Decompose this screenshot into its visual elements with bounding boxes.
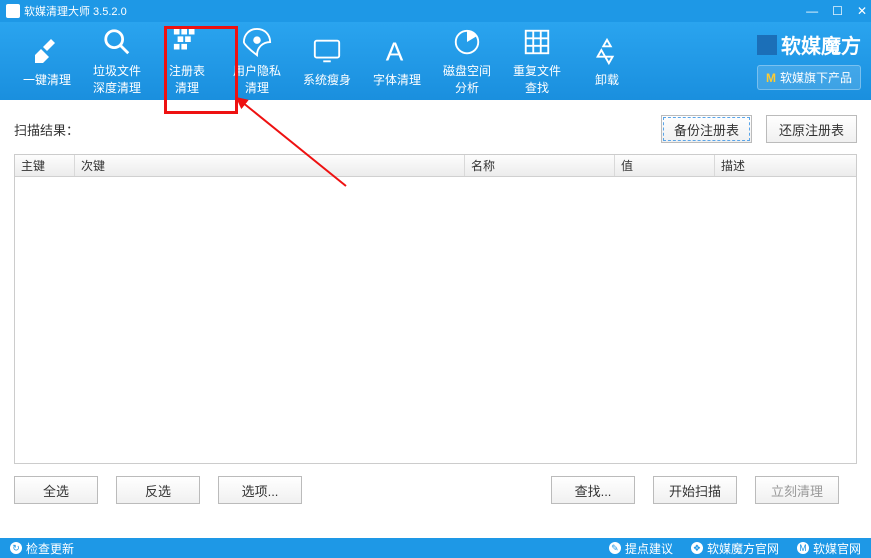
ruanmei-site-link[interactable]: M 软媒官网	[797, 540, 861, 557]
suggest-link[interactable]: ✎ 提点建议	[609, 540, 673, 557]
tool-label: 用户隐私 清理	[233, 62, 281, 96]
broom-icon	[31, 35, 63, 67]
col-value[interactable]: 值	[615, 155, 715, 176]
options-button[interactable]: 选项...	[218, 476, 302, 504]
tool-label: 系统瘦身	[303, 71, 351, 88]
tool-font-clean[interactable]: A 字体清理	[362, 26, 432, 96]
close-button[interactable]: ✕	[857, 4, 867, 18]
status-label: 软媒官网	[813, 540, 861, 557]
recycle-icon	[591, 35, 623, 67]
tool-label: 磁盘空间 分析	[443, 62, 491, 96]
col-name[interactable]: 名称	[465, 155, 615, 176]
find-button[interactable]: 查找...	[551, 476, 635, 504]
brand-name: 软媒魔方	[781, 30, 861, 59]
brand-sub-label: 软媒旗下产品	[780, 69, 852, 86]
tool-label: 垃圾文件 深度清理	[93, 62, 141, 96]
table-header: 主键 次键 名称 值 描述	[15, 155, 856, 177]
tool-label: 重复文件 查找	[513, 62, 561, 96]
backup-registry-button[interactable]: 备份注册表	[661, 115, 752, 143]
top-row: 扫描结果： 备份注册表 还原注册表	[14, 114, 857, 144]
bottom-button-row: 全选 反选 选项... 查找... 开始扫描 立刻清理	[14, 476, 857, 504]
titlebar: 软媒清理大师 3.5.2.0 — ☐ ✕	[0, 0, 871, 22]
privacy-icon	[241, 26, 273, 58]
col-desc[interactable]: 描述	[715, 155, 856, 176]
tool-duplicate-find[interactable]: 重复文件 查找	[502, 26, 572, 96]
result-table[interactable]: 主键 次键 名称 值 描述	[14, 154, 857, 464]
globe-icon: ❖	[691, 542, 703, 554]
tool-registry-clean[interactable]: 注册表 清理	[152, 26, 222, 96]
status-label: 软媒魔方官网	[707, 540, 779, 557]
tool-uninstall[interactable]: 卸载	[572, 26, 642, 96]
restore-registry-button[interactable]: 还原注册表	[766, 115, 857, 143]
magnifier-icon	[101, 26, 133, 58]
brand-logo[interactable]: 软媒魔方	[757, 30, 861, 59]
registry-icon	[171, 26, 203, 58]
invert-select-button[interactable]: 反选	[116, 476, 200, 504]
app-title: 软媒清理大师 3.5.2.0	[24, 3, 127, 19]
brand-products-button[interactable]: M 软媒旗下产品	[757, 65, 861, 90]
pie-icon	[451, 26, 483, 58]
grid-icon	[521, 26, 553, 58]
cube-icon	[757, 35, 777, 55]
chat-icon: ✎	[609, 542, 621, 554]
tool-one-click-clean[interactable]: 一键清理	[12, 26, 82, 96]
globe-icon: M	[797, 542, 809, 554]
start-scan-button[interactable]: 开始扫描	[653, 476, 737, 504]
maximize-button[interactable]: ☐	[832, 4, 843, 18]
col-main-key[interactable]: 主键	[15, 155, 75, 176]
tool-privacy-clean[interactable]: 用户隐私 清理	[222, 26, 292, 96]
status-label: 检查更新	[26, 540, 74, 557]
font-icon: A	[381, 35, 413, 67]
tool-label: 注册表 清理	[169, 62, 205, 96]
svg-text:A: A	[386, 36, 404, 66]
scan-result-label: 扫描结果：	[14, 120, 79, 139]
tool-label: 字体清理	[373, 71, 421, 88]
monitor-icon	[311, 35, 343, 67]
tool-system-slim[interactable]: 系统瘦身	[292, 26, 362, 96]
tool-junk-deep-clean[interactable]: 垃圾文件 深度清理	[82, 26, 152, 96]
m-icon: M	[766, 71, 776, 85]
update-icon: ↻	[10, 542, 22, 554]
window-controls: — ☐ ✕	[806, 0, 867, 22]
statusbar: ↻ 检查更新 ✎ 提点建议 ❖ 软媒魔方官网 M 软媒官网	[0, 538, 871, 558]
mofang-site-link[interactable]: ❖ 软媒魔方官网	[691, 540, 779, 557]
col-sub-key[interactable]: 次键	[75, 155, 465, 176]
minimize-button[interactable]: —	[806, 4, 818, 18]
body-area: 扫描结果： 备份注册表 还原注册表 主键 次键 名称 值 描述 全选 反选 选项…	[0, 100, 871, 538]
clean-now-button: 立刻清理	[755, 476, 839, 504]
tool-label: 卸载	[595, 71, 619, 88]
check-update-link[interactable]: ↻ 检查更新	[10, 540, 74, 557]
brand-area: 软媒魔方 M 软媒旗下产品	[757, 30, 861, 90]
status-label: 提点建议	[625, 540, 673, 557]
tool-disk-analyze[interactable]: 磁盘空间 分析	[432, 26, 502, 96]
tool-label: 一键清理	[23, 71, 71, 88]
app-logo-icon	[6, 4, 20, 18]
select-all-button[interactable]: 全选	[14, 476, 98, 504]
main-toolbar: 一键清理 垃圾文件 深度清理 注册表 清理 用户隐私 清理 系统瘦身 A 字体清…	[0, 22, 871, 100]
